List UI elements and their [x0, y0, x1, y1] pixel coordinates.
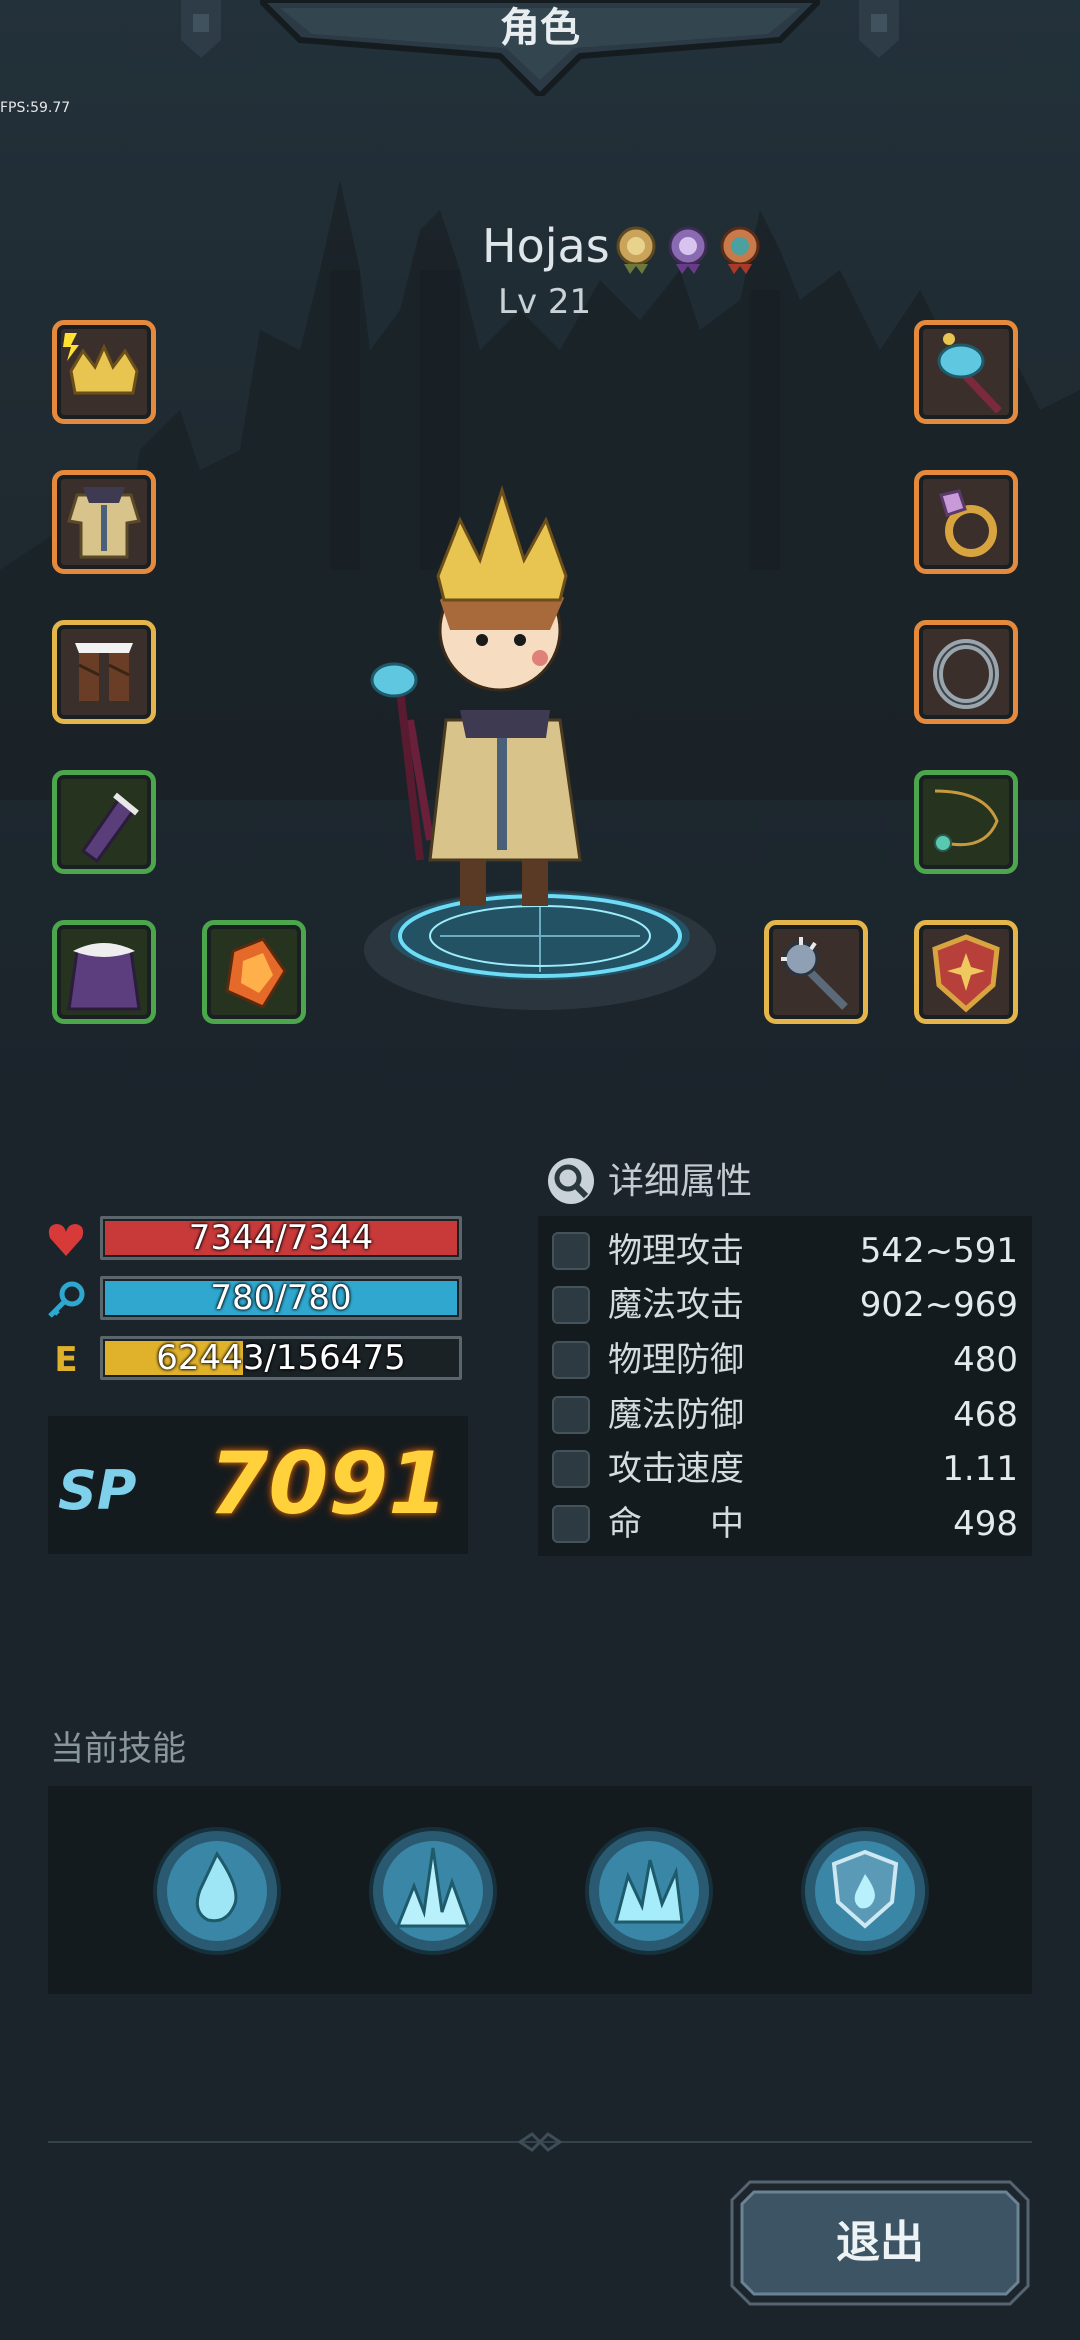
crown-helmet-icon: [63, 333, 139, 395]
fire-gem-icon: [225, 937, 287, 1009]
attr-row: 攻击速度 1.11: [538, 1442, 1032, 1496]
iron-ring-icon: [933, 639, 999, 709]
purple-medal-icon[interactable]: [666, 220, 710, 274]
gauntlet-icon: [80, 792, 139, 863]
equip-slot-ring1[interactable]: [914, 470, 1018, 574]
mace-icon: [781, 937, 848, 1010]
equip-slot-cape[interactable]: [52, 920, 156, 1024]
attr-name: 物理攻击: [608, 1231, 744, 1271]
equip-slot-armor[interactable]: [52, 470, 156, 574]
attr-row: 物理攻击 542~591: [538, 1224, 1032, 1278]
attr-name: 魔法防御: [608, 1395, 744, 1435]
bottom-divider: [48, 2132, 1032, 2152]
fps-counter: FPS:59.77: [0, 100, 71, 116]
hero-name: Hojas: [482, 219, 610, 273]
magnifier-icon: [548, 1158, 594, 1204]
exp-bar: 62443/156475: [100, 1336, 462, 1380]
attr-value: 902~969: [859, 1285, 1018, 1325]
sp-value: 7091: [208, 1434, 448, 1534]
sp-panel: SP 7091: [48, 1416, 468, 1554]
equip-slot-boots[interactable]: [52, 620, 156, 724]
water-drop-skill-icon[interactable]: [152, 1826, 282, 1956]
equip-slot-gem[interactable]: [202, 920, 306, 1024]
attr-value: 480: [953, 1340, 1018, 1380]
attr-row: 物理防御 480: [538, 1333, 1032, 1387]
attr-name: 魔法攻击: [608, 1285, 744, 1325]
skills-panel: [48, 1786, 1032, 1994]
shield-icon: [932, 934, 1000, 1013]
water-shield-skill-icon[interactable]: [800, 1826, 930, 1956]
right-banner-emblem-icon: [859, 0, 899, 58]
medal-row: [614, 220, 762, 274]
robe-armor-icon: [67, 487, 141, 559]
exp-label: E: [54, 1340, 78, 1380]
mp-row: 780/780: [46, 1276, 466, 1322]
equip-slot-weapon[interactable]: [914, 320, 1018, 424]
attack-speed-icon: [552, 1450, 590, 1488]
exit-label: 退出: [836, 2217, 924, 2268]
attr-row: 魔法防御 468: [538, 1388, 1032, 1442]
bronze-medal-icon[interactable]: [614, 220, 658, 274]
equip-slot-gloves[interactable]: [52, 770, 156, 874]
attr-row: 命 中 498: [538, 1497, 1032, 1551]
hero-character[interactable]: [350, 480, 660, 930]
bird-staff-icon: [937, 333, 1002, 413]
magic-defense-icon: [552, 1396, 590, 1434]
detail-title: 详细属性: [608, 1161, 753, 1202]
gem-ring-icon: [939, 489, 997, 557]
skills-label: 当前技能: [50, 1729, 186, 1769]
attr-name: 攻击速度: [608, 1449, 744, 1489]
attr-value: 468: [953, 1395, 1018, 1435]
sp-label: SP: [58, 1459, 137, 1522]
crosshair-icon: [552, 1505, 590, 1543]
pendant-necklace-icon: [934, 789, 999, 852]
page-title: 角色: [500, 5, 580, 51]
attr-value: 542~591: [859, 1231, 1018, 1271]
equip-slot-necklace[interactable]: [914, 770, 1018, 874]
cape-icon: [67, 943, 141, 1011]
wand-icon: [552, 1286, 590, 1324]
mp-text: 780/780: [210, 1278, 352, 1318]
exp-text: 62443/156475: [156, 1338, 406, 1378]
shield-defense-icon: [552, 1341, 590, 1379]
exit-button[interactable]: 退出: [730, 2180, 1030, 2306]
hp-bar: 7344/7344: [100, 1216, 462, 1260]
ice-crystal-skill-icon[interactable]: [584, 1826, 714, 1956]
red-medal-icon[interactable]: [718, 220, 762, 274]
attr-value: 1.11: [942, 1449, 1018, 1489]
ice-spike-skill-icon[interactable]: [368, 1826, 498, 1956]
attr-value: 498: [953, 1504, 1018, 1544]
equip-slot-helmet[interactable]: [52, 320, 156, 424]
equip-slot-shield[interactable]: [914, 920, 1018, 1024]
equip-slot-ring2[interactable]: [914, 620, 1018, 724]
detail-attributes-panel: 物理攻击 542~591 魔法攻击 902~969 物理防御 480 魔法防御 …: [538, 1216, 1032, 1556]
equip-slot-offhand[interactable]: [764, 920, 868, 1024]
heart-icon: [48, 1224, 84, 1256]
fur-boots-icon: [75, 643, 133, 701]
hp-row: 7344/7344: [46, 1216, 466, 1262]
attr-name: 命 中: [608, 1504, 744, 1544]
mp-bar: 780/780: [100, 1276, 462, 1320]
hp-text: 7344/7344: [188, 1218, 374, 1258]
hero-level: Lv 21: [498, 282, 592, 322]
mana-key-icon: [48, 1281, 85, 1318]
exp-row: E 62443/156475: [46, 1336, 466, 1382]
attr-name: 物理防御: [608, 1340, 744, 1380]
sword-icon: [552, 1232, 590, 1270]
left-banner-emblem-icon: [181, 0, 221, 58]
attr-row: 魔法攻击 902~969: [538, 1278, 1032, 1332]
